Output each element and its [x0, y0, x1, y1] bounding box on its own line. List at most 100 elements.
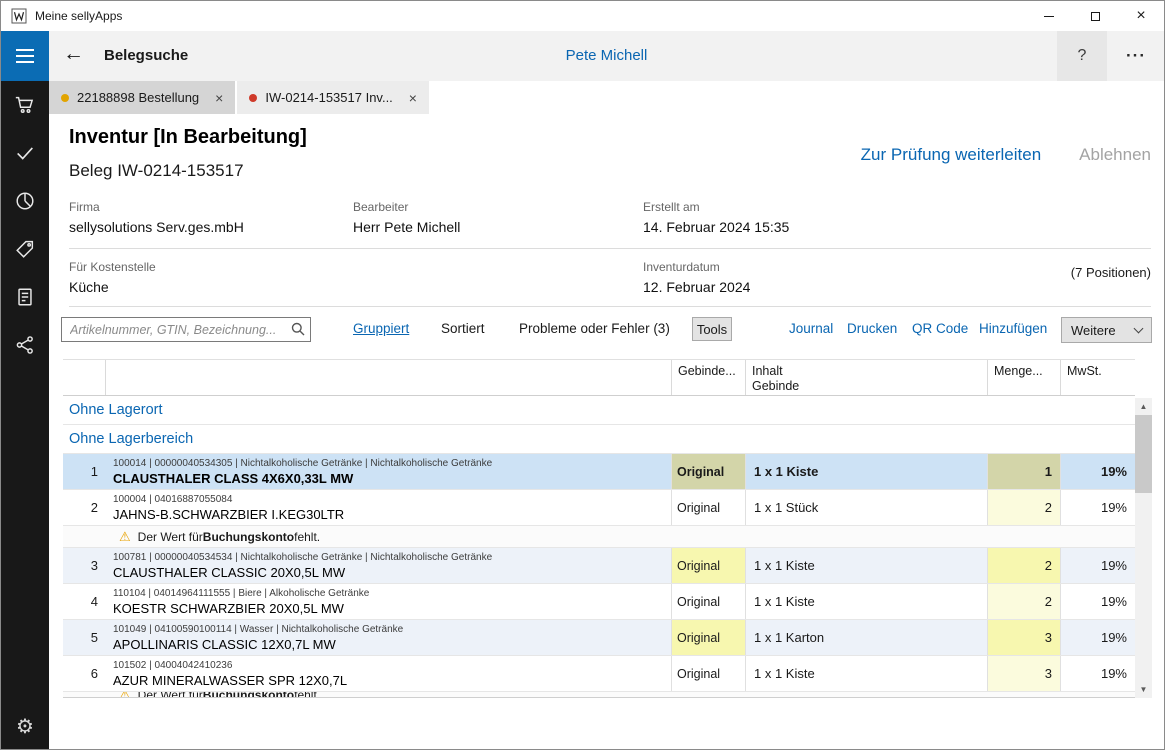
header-article[interactable] [105, 360, 671, 395]
hamburger-icon [16, 49, 34, 51]
inhalt-cell: 1 x 1 Kiste [745, 454, 987, 489]
article-meta: 101502 | 04004042410236 [113, 660, 671, 671]
article-name: CLAUSTHALER CLASS 4X6X0,33L MW [113, 471, 671, 486]
article-meta: 101049 | 04100590100114 | Wasser | Nicht… [113, 624, 671, 635]
more-icon: ··· [1126, 46, 1146, 66]
problems-filter-link[interactable]: Probleme oder Fehler (3) [519, 321, 670, 336]
article-name: CLAUSTHALER CLASSIC 20X0,5L MW [113, 565, 671, 580]
field-kostenstelle: Für Kostenstelle Küche [69, 260, 156, 295]
grouped-view-link[interactable]: Gruppiert [353, 321, 409, 336]
search-box [61, 317, 311, 342]
group-row-lagerort[interactable]: Ohne Lagerort [63, 396, 1135, 425]
article-meta: 100004 | 04016887055084 [113, 494, 671, 505]
positions-table: Gebinde... Inhalt Gebinde Menge... MwSt.… [63, 359, 1135, 698]
inhalt-cell: 1 x 1 Kiste [745, 656, 987, 691]
more-button[interactable]: ··· [1114, 31, 1158, 81]
scrollbar-thumb[interactable] [1135, 415, 1152, 493]
tag-icon[interactable] [14, 238, 36, 260]
search-icon[interactable] [291, 322, 305, 336]
print-link[interactable]: Drucken [847, 321, 897, 336]
tab-bestellung[interactable]: 22188898 Bestellung × [49, 81, 235, 114]
gebinde-cell[interactable]: Original [671, 454, 745, 489]
gear-icon: ⚙ [16, 716, 34, 738]
scroll-down-icon[interactable]: ▼ [1135, 681, 1152, 698]
table-row[interactable]: 5 101049 | 04100590100114 | Wasser | Nic… [63, 620, 1135, 656]
menu-button[interactable] [1, 31, 49, 81]
search-input[interactable] [61, 317, 311, 342]
gebinde-cell[interactable]: Original [671, 656, 745, 691]
menge-cell[interactable]: 3 [987, 656, 1060, 691]
more-actions-dropdown[interactable]: Weitere [1061, 317, 1152, 343]
tab-inventur[interactable]: IW-0214-153517 Inv... × [237, 81, 429, 114]
field-firma: Firma sellysolutions Serv.ges.mbH [69, 200, 244, 235]
share-icon[interactable] [14, 334, 36, 356]
inhalt-cell: 1 x 1 Kiste [745, 548, 987, 583]
table-row[interactable]: 2 100004 | 04016887055084 JAHNS-B.SCHWAR… [63, 490, 1135, 526]
menge-cell[interactable]: 1 [987, 454, 1060, 489]
maximize-icon [1091, 12, 1100, 21]
gebinde-cell[interactable]: Original [671, 548, 745, 583]
qr-code-link[interactable]: QR Code [912, 321, 968, 336]
tools-button[interactable]: Tools [692, 317, 732, 341]
cart-icon[interactable] [14, 94, 36, 116]
sorted-view-link[interactable]: Sortiert [441, 321, 485, 336]
reject-button[interactable]: Ablehnen [1079, 145, 1151, 165]
gebinde-cell[interactable]: Original [671, 584, 745, 619]
article-name: APOLLINARIS CLASSIC 12X0,7L MW [113, 637, 671, 652]
page-title: Inventur [In Bearbeitung] [69, 126, 307, 149]
group-row-lagerbereich[interactable]: Ohne Lagerbereich [63, 425, 1135, 454]
tab-close-icon[interactable]: × [215, 90, 223, 106]
table-scrollbar[interactable]: ▲ ▼ [1135, 398, 1152, 698]
field-erstellt-am: Erstellt am 14. Februar 2024 15:35 [643, 200, 789, 235]
header-menge[interactable]: Menge... [987, 360, 1060, 395]
minimize-button[interactable] [1026, 1, 1072, 31]
current-user: Pete Michell [49, 47, 1164, 64]
field-inventurdatum: Inventurdatum 12. Februar 2024 [643, 260, 750, 295]
warning-icon: ⚠ [119, 692, 131, 698]
add-link[interactable]: Hinzufügen [979, 321, 1047, 336]
check-icon[interactable] [14, 142, 36, 164]
document-number: Beleg IW-0214-153517 [69, 161, 244, 181]
gebinde-cell[interactable]: Original [671, 620, 745, 655]
menge-cell[interactable]: 2 [987, 584, 1060, 619]
table-row[interactable]: 6 101502 | 04004042410236 AZUR MINERALWA… [63, 656, 1135, 692]
article-name: AZUR MINERALWASSER SPR 12X0,7L [113, 673, 671, 688]
header-inhalt-gebinde[interactable]: Inhalt Gebinde [745, 360, 987, 395]
journal-icon[interactable] [14, 286, 36, 308]
header-mwst[interactable]: MwSt. [1060, 360, 1135, 395]
article-meta: 110104 | 04014964111555 | Biere | Alkoho… [113, 588, 671, 599]
close-button[interactable]: × [1118, 1, 1164, 31]
inhalt-cell: 1 x 1 Kiste [745, 584, 987, 619]
table-header: Gebinde... Inhalt Gebinde Menge... MwSt. [63, 359, 1135, 396]
mwst-cell: 19% [1060, 490, 1135, 525]
scroll-up-icon[interactable]: ▲ [1135, 398, 1152, 415]
divider [69, 306, 1151, 307]
warning-icon: ⚠ [119, 529, 131, 545]
settings-button[interactable]: ⚙ [1, 714, 49, 739]
pie-chart-icon[interactable] [14, 190, 36, 212]
journal-link[interactable]: Journal [789, 321, 833, 336]
validation-warning: ⚠ Der Wert für Buchungskonto fehlt. [63, 526, 1135, 548]
tab-label: 22188898 Bestellung [77, 90, 199, 105]
table-row[interactable]: 4 110104 | 04014964111555 | Biere | Alko… [63, 584, 1135, 620]
table-row[interactable]: 3 100781 | 00000040534534 | Nichtalkohol… [63, 548, 1135, 584]
table-row[interactable]: 1 100014 | 00000040534305 | Nichtalkohol… [63, 454, 1135, 490]
article-name: KOESTR SCHWARZBIER 20X0,5L MW [113, 601, 671, 616]
divider [69, 248, 1151, 249]
menge-cell[interactable]: 2 [987, 548, 1060, 583]
app-header: ← Belegsuche Pete Michell ? ··· [49, 31, 1164, 81]
header-gebinde[interactable]: Gebinde... [671, 360, 745, 395]
gebinde-cell[interactable]: Original [671, 490, 745, 525]
validation-warning-clipped: ⚠ Der Wert für Buchungskonto fehlt. [63, 692, 1135, 698]
close-icon: × [1136, 7, 1145, 25]
tab-close-icon[interactable]: × [409, 90, 417, 106]
menge-cell[interactable]: 3 [987, 620, 1060, 655]
help-button[interactable]: ? [1057, 31, 1107, 81]
app-icon [11, 8, 27, 24]
mwst-cell: 19% [1060, 548, 1135, 583]
maximize-button[interactable] [1072, 1, 1118, 31]
forward-for-review-button[interactable]: Zur Prüfung weiterleiten [861, 145, 1041, 165]
header-row-number [63, 360, 105, 395]
mwst-cell: 19% [1060, 584, 1135, 619]
menge-cell[interactable]: 2 [987, 490, 1060, 525]
